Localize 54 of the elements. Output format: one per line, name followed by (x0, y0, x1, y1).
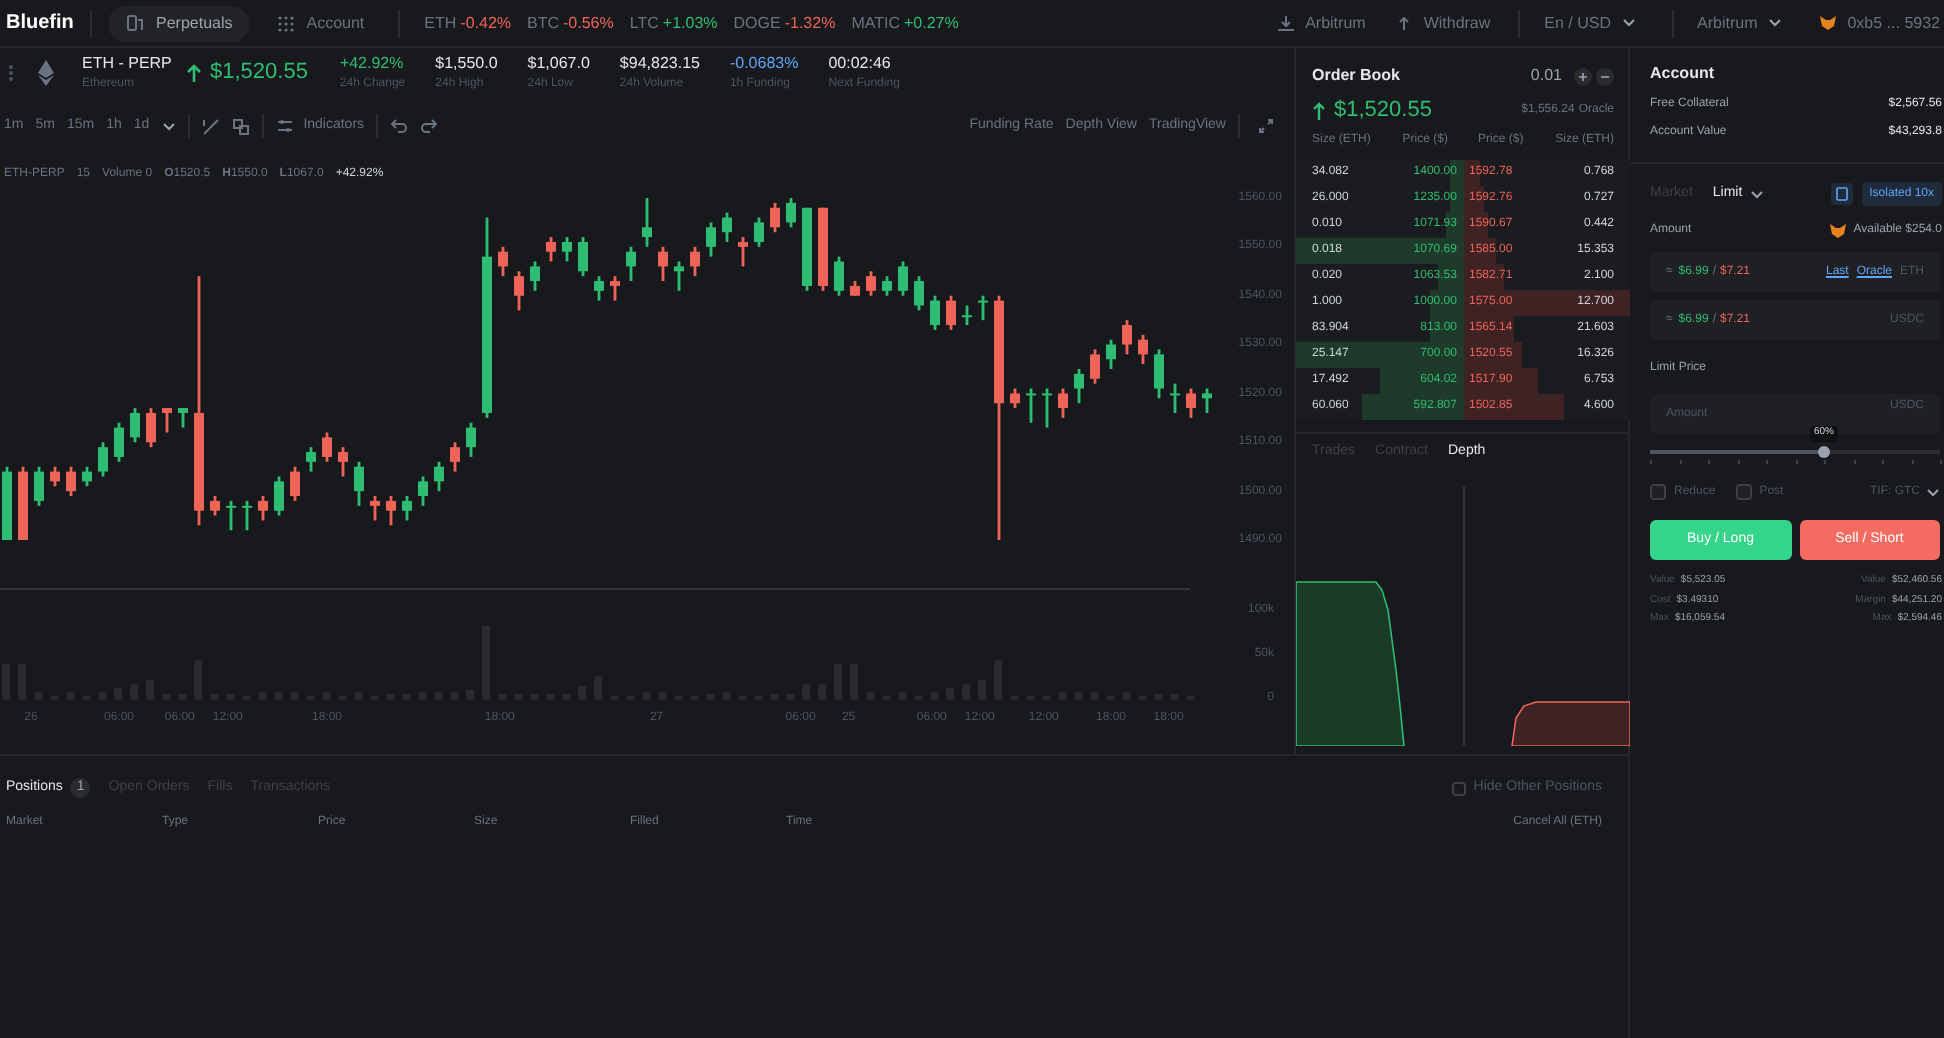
ticker-change: +1.03% (662, 11, 718, 35)
trend-line-icon[interactable] (201, 117, 220, 135)
nav-tab[interactable]: Perpetuals (108, 5, 251, 41)
wallet-button[interactable]: 0xb5 ... 5932 (1817, 11, 1944, 35)
chevron-down-icon (1926, 487, 1940, 497)
chevron-down-icon (1767, 18, 1782, 28)
panel-title: Order Book (1312, 64, 1401, 88)
network-dropdown[interactable]: Arbitrum (1697, 11, 1782, 35)
ticker-symbol: BTC (527, 11, 560, 35)
minus-icon[interactable] (1596, 67, 1614, 85)
panel-title: Account (1650, 62, 1714, 86)
last-price: $1,520.55 (1334, 95, 1432, 126)
app-logo[interactable]: Bluefin (6, 8, 86, 38)
grid-icon (276, 13, 297, 33)
stat-value: -0.0683% (729, 51, 799, 75)
ticker-symbol: MATIC (851, 11, 900, 35)
download-icon (1275, 14, 1296, 32)
slider-thumb[interactable] (1818, 446, 1830, 458)
ticker-change: +0.27% (903, 11, 959, 35)
last-price: $1,520.55 (210, 57, 308, 88)
tick-size: 0.01 (1530, 64, 1562, 88)
undo-icon[interactable] (390, 118, 409, 134)
market-symbol: ETH - PERP (82, 51, 174, 75)
ticker-change: -1.32% (784, 11, 836, 35)
fullscreen-icon[interactable] (1258, 118, 1274, 134)
nav-tab[interactable]: Account (258, 5, 383, 41)
chevron-down-icon (1750, 189, 1765, 199)
ticker-symbol: LTC (629, 11, 659, 35)
ticker-symbol: ETH (424, 11, 457, 35)
stat-value: +42.92% (339, 51, 406, 75)
sliders-icon (275, 118, 294, 134)
ticker-symbol: DOGE (733, 11, 781, 35)
more-vertical-icon[interactable] (8, 63, 14, 81)
ethereum-icon (38, 59, 54, 85)
nav-link[interactable]: Arbitrum (1275, 11, 1366, 35)
fox-icon (1827, 221, 1848, 239)
plus-icon[interactable] (1574, 67, 1592, 85)
chart-panel-icon (126, 13, 146, 33)
ticker-change: -0.42% (460, 11, 512, 35)
nav-link[interactable]: Withdraw (1393, 11, 1491, 35)
stat-value: $1,067.0 (527, 51, 590, 75)
language-dropdown[interactable]: En / USD (1544, 11, 1635, 35)
arrow-up-icon (186, 63, 202, 81)
arrow-up-icon (1312, 101, 1326, 119)
stat-value: $94,823.15 (619, 51, 700, 75)
chevron-down-icon (161, 121, 176, 131)
calculator-icon[interactable] (1829, 182, 1854, 206)
ticker-change: -0.56% (563, 11, 614, 35)
redo-icon[interactable] (420, 118, 439, 134)
chevron-down-icon (1621, 18, 1635, 28)
shapes-icon[interactable] (231, 117, 250, 135)
fox-icon (1817, 14, 1838, 32)
stat-value: $1,550.0 (435, 51, 498, 75)
stat-value: 00:02:46 (828, 51, 893, 75)
